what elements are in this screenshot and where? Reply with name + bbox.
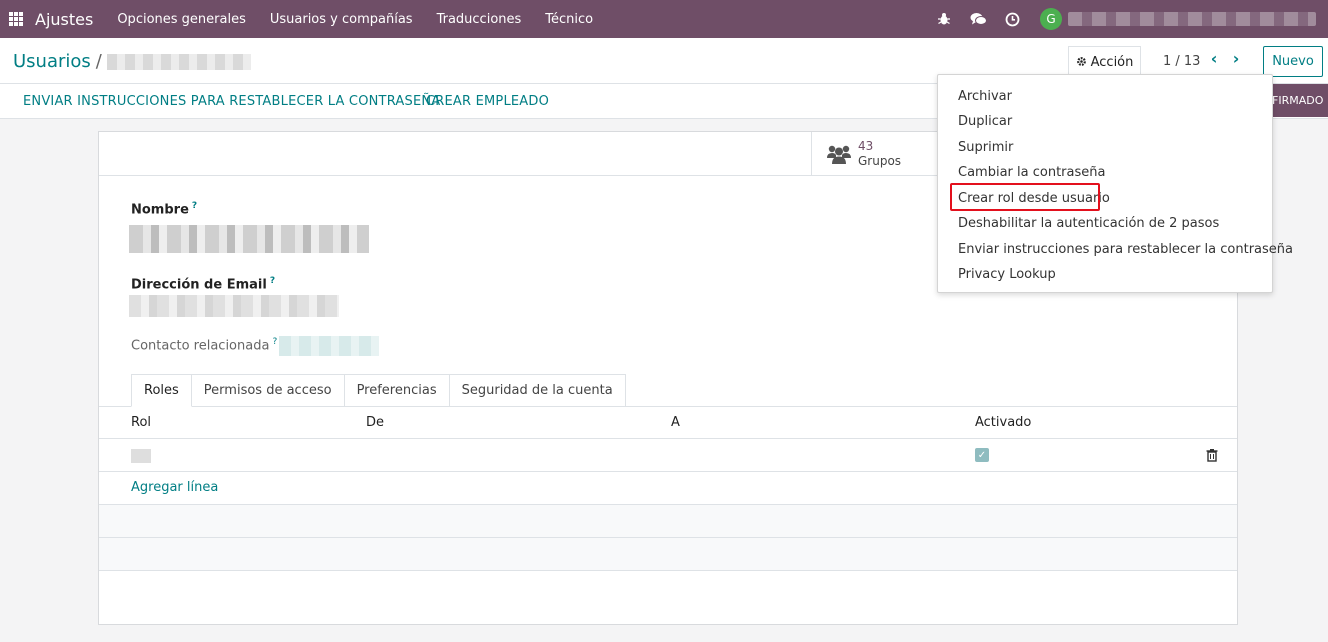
menu-item-privacy-lookup[interactable]: Privacy Lookup (958, 267, 1056, 282)
clock-icon[interactable] (1002, 9, 1022, 29)
tab-roles[interactable]: Roles (131, 374, 192, 407)
breadcrumb: Usuarios / (13, 51, 251, 72)
menu-item-enviar-instrucciones[interactable]: Enviar instrucciones para restablecer la… (958, 242, 1293, 257)
breadcrumb-users[interactable]: Usuarios (13, 51, 91, 72)
menu-item-deshabilitar-2fa[interactable]: Deshabilitar la autenticación de 2 pasos (958, 216, 1219, 231)
action-button-label: Acción (1090, 55, 1134, 70)
app-grid-icon[interactable] (9, 12, 23, 26)
form-tabs: Roles Permisos de acceso Preferencias Se… (131, 374, 626, 407)
users-icon (827, 145, 851, 164)
groups-label: Grupos (858, 154, 902, 168)
empty-row (99, 538, 1237, 571)
name-value-redacted[interactable] (129, 225, 369, 253)
menu-item-suprimir[interactable]: Suprimir (958, 140, 1013, 155)
gear-icon (1076, 56, 1087, 70)
contact-label: Contacto relacionada? (131, 337, 278, 354)
rol-value-redacted (131, 449, 151, 463)
activated-checkbox[interactable]: ✓ (975, 448, 989, 462)
user-avatar[interactable]: G (1040, 8, 1062, 30)
menu-item-cambiar-contrasena[interactable]: Cambiar la contraseña (958, 165, 1105, 180)
roles-table: Rol De A Activado ✓ Agregar línea (99, 407, 1237, 571)
new-button[interactable]: Nuevo (1263, 46, 1323, 77)
user-name-redacted[interactable] (1068, 12, 1316, 26)
help-icon[interactable]: ? (192, 201, 197, 211)
name-label: Nombre? (131, 201, 198, 218)
tab-preferencias[interactable]: Preferencias (344, 374, 450, 407)
add-line-link[interactable]: Agregar línea (131, 480, 218, 495)
empty-row (99, 505, 1237, 538)
app-brand[interactable]: Ajustes (35, 10, 93, 29)
column-de[interactable]: De (366, 415, 384, 430)
menu-traducciones[interactable]: Traducciones (437, 12, 522, 27)
bug-icon[interactable] (934, 9, 954, 29)
menu-tecnico[interactable]: Técnico (545, 12, 593, 27)
menu-usuarios-companias[interactable]: Usuarios y compañías (270, 12, 413, 27)
breadcrumb-separator: / (95, 51, 102, 72)
tab-seguridad-cuenta[interactable]: Seguridad de la cuenta (449, 374, 626, 407)
chat-icon[interactable] (968, 9, 988, 29)
help-icon[interactable]: ? (272, 337, 277, 347)
menu-opciones-generales[interactable]: Opciones generales (117, 12, 246, 27)
menu-item-duplicar[interactable]: Duplicar (958, 114, 1012, 129)
create-employee-button[interactable]: CREAR EMPLEADO (426, 94, 549, 109)
column-a[interactable]: A (671, 415, 680, 430)
column-activado[interactable]: Activado (975, 415, 1031, 430)
highlight-box (950, 183, 1100, 211)
table-row[interactable]: ✓ (99, 439, 1237, 472)
contact-value-redacted[interactable] (279, 336, 379, 356)
email-label: Dirección de Email? (131, 276, 276, 293)
help-icon[interactable]: ? (270, 276, 275, 286)
table-header: Rol De A Activado (99, 407, 1237, 439)
status-badge[interactable]: FIRMADO (1266, 84, 1328, 117)
breadcrumb-current-redacted (106, 53, 251, 70)
tab-permisos-acceso[interactable]: Permisos de acceso (191, 374, 345, 407)
pager-value[interactable]: 1 / 13 (1163, 54, 1200, 69)
groups-count: 43 (858, 139, 874, 153)
add-line-row: Agregar línea (99, 472, 1237, 505)
menu-item-archivar[interactable]: Archivar (958, 89, 1012, 104)
column-rol[interactable]: Rol (131, 415, 151, 430)
chevron-left-icon[interactable]: ‹ (1206, 50, 1222, 68)
send-reset-instructions-button[interactable]: ENVIAR INSTRUCCIONES PARA RESTABLECER LA… (23, 94, 440, 109)
chevron-right-icon[interactable]: › (1228, 50, 1244, 68)
trash-icon[interactable] (1205, 448, 1219, 462)
email-value-redacted[interactable] (129, 295, 339, 317)
top-navbar: Ajustes Opciones generales Usuarios y co… (0, 0, 1328, 38)
